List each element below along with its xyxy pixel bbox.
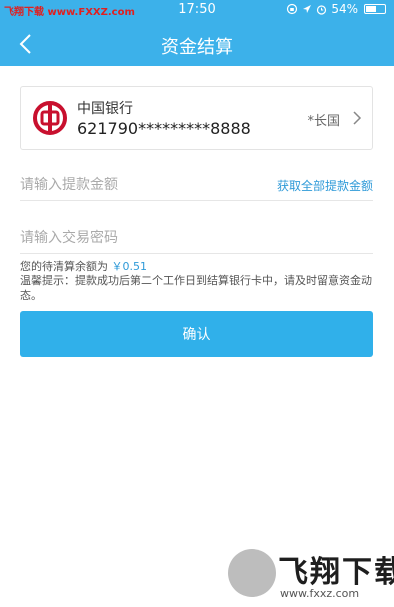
pending-balance: 您的待清算余额为 ￥0.51 (20, 258, 147, 274)
watermark-bottom-brand: 飞翔下载 (278, 555, 394, 590)
card-holder-name: *长国 (307, 114, 340, 129)
trade-password-input[interactable] (20, 224, 260, 252)
location-icon (303, 5, 312, 13)
balance-amount: ￥0.51 (111, 260, 148, 273)
watermark-bottom-url: www.fxxz.com (280, 587, 360, 600)
alarm-icon (317, 4, 327, 15)
header-bar: 飞翔下载 www.FXXZ.com 17:50 54% 资金结算 (0, 0, 394, 66)
battery-icon (364, 4, 386, 14)
withdraw-amount-field: 获取全部提款金额 (20, 171, 373, 201)
watermark-logo-icon (228, 549, 276, 597)
get-all-amount-link[interactable]: 获取全部提款金额 (277, 177, 373, 194)
status-indicators: 54% (286, 2, 386, 16)
bank-name: 中国银行 (77, 101, 133, 117)
chevron-right-icon (353, 111, 362, 125)
confirm-button[interactable]: 确认 (20, 311, 373, 357)
bank-account-number: 621790*********8888 (77, 119, 251, 138)
watermark-bottom: 飞翔下载 www.fxxz.com (222, 547, 394, 607)
bank-card[interactable]: 中国银行 621790*********8888 *长国 (20, 86, 373, 150)
trade-password-field (20, 224, 373, 254)
bank-of-china-logo-icon (33, 101, 67, 135)
rotation-lock-icon (287, 3, 298, 15)
battery-percent: 54% (331, 2, 358, 16)
withdraw-amount-input[interactable] (20, 171, 260, 199)
balance-label: 您的待清算余额为 (20, 260, 108, 273)
page-title: 资金结算 (161, 37, 233, 58)
status-bar: 飞翔下载 www.FXXZ.com 17:50 54% (0, 0, 394, 20)
warm-tip: 温馨提示：提款成功后第二个工作日到结算银行卡中，请及时留意资金动态。 (20, 274, 372, 302)
